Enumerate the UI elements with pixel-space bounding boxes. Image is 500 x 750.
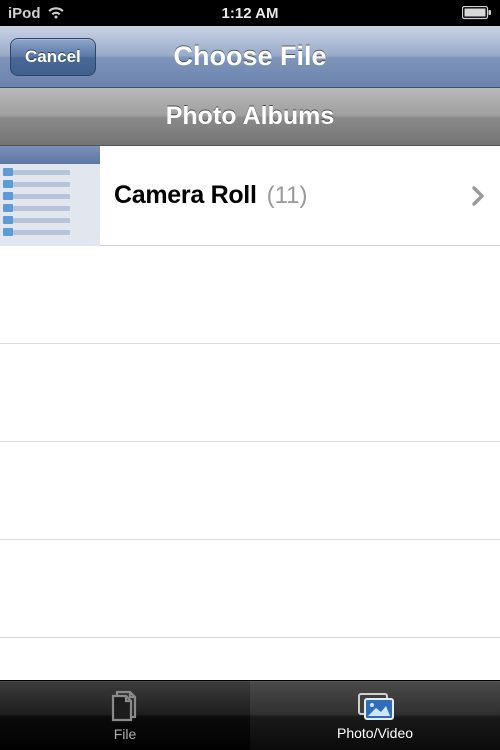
- album-name: Camera Roll: [114, 181, 257, 210]
- chevron-right-icon: [470, 186, 486, 206]
- status-left: iPod: [8, 5, 65, 22]
- tab-photo-video[interactable]: Photo/Video: [250, 681, 500, 750]
- album-count: (11): [267, 182, 308, 210]
- clock: 1:12 AM: [222, 5, 279, 22]
- album-thumbnail: [0, 146, 100, 246]
- photo-video-icon: [354, 690, 396, 722]
- list-empty-row: [0, 540, 500, 638]
- list-empty-row: [0, 344, 500, 442]
- wifi-icon: [47, 6, 65, 20]
- list-empty-row: [0, 246, 500, 344]
- status-bar: iPod 1:12 AM: [0, 0, 500, 26]
- album-list: Camera Roll (11): [0, 146, 500, 638]
- file-icon: [106, 689, 144, 723]
- album-row-text: Camera Roll (11): [114, 181, 456, 210]
- tab-bar: File Photo/Video: [0, 680, 500, 750]
- tab-file[interactable]: File: [0, 681, 250, 750]
- nav-bar: Cancel Choose File: [0, 26, 500, 88]
- page-title: Choose File: [173, 41, 326, 72]
- list-empty-row: [0, 442, 500, 540]
- tab-photo-video-label: Photo/Video: [337, 725, 413, 741]
- cancel-button[interactable]: Cancel: [10, 38, 96, 76]
- battery-icon: [462, 6, 492, 20]
- section-header: Photo Albums: [0, 88, 500, 146]
- album-row-camera-roll[interactable]: Camera Roll (11): [0, 146, 500, 246]
- content-area: Camera Roll (11): [0, 146, 500, 680]
- status-right: [462, 6, 492, 20]
- tab-file-label: File: [114, 726, 137, 742]
- carrier-label: iPod: [8, 5, 41, 22]
